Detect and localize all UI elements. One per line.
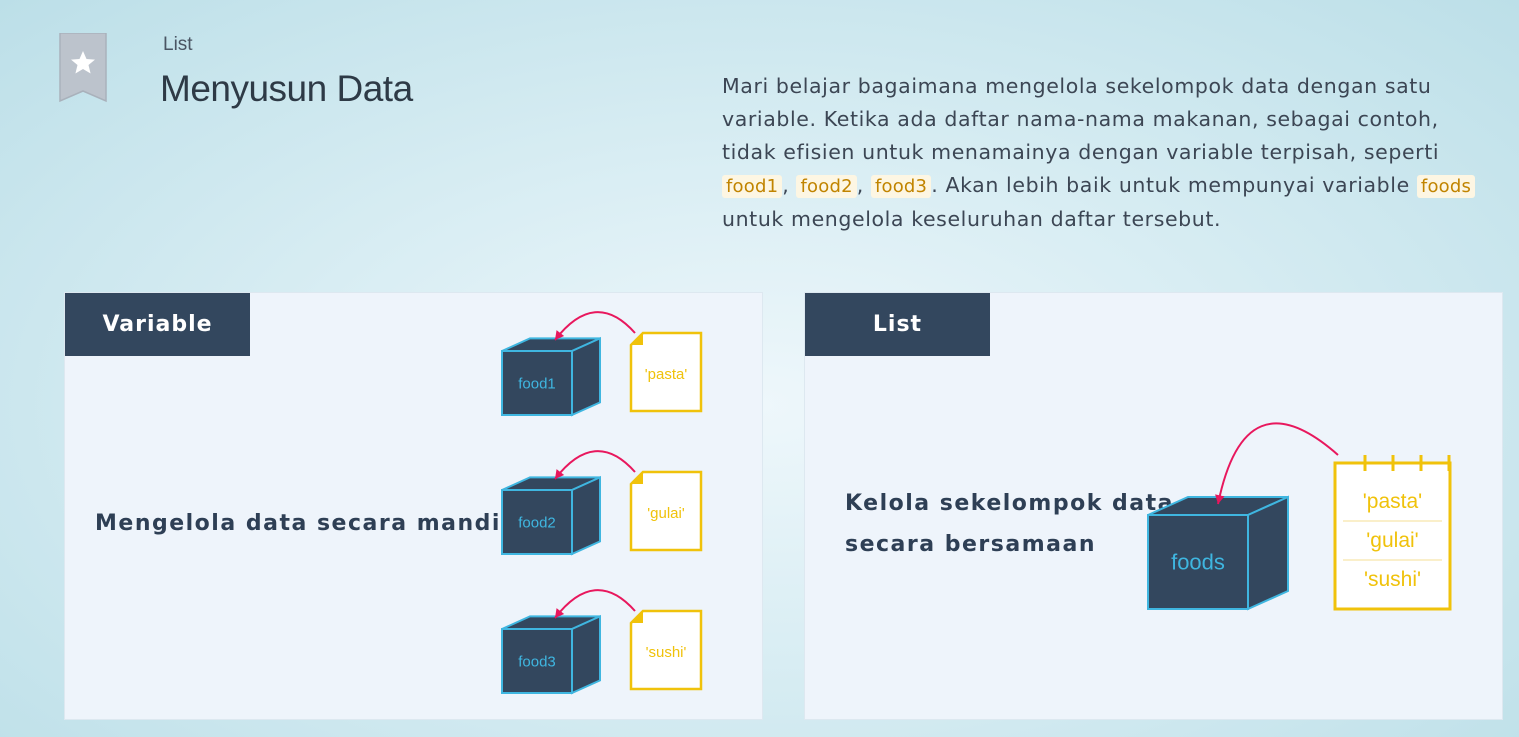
variable-panel: Variable Mengelola data secara mandiri f… bbox=[65, 293, 762, 719]
note-corner bbox=[631, 333, 643, 345]
list-value-label: 'pasta' bbox=[1363, 490, 1422, 513]
list-panel: List Kelola sekelompok data secara bersa… bbox=[805, 293, 1502, 719]
variable-illustration: food1 'pasta' food2 'gulai' food3 'sushi' bbox=[501, 311, 703, 695]
code-foods: foods bbox=[1416, 175, 1476, 198]
cube-side bbox=[571, 475, 601, 556]
list-value-label: 'gulai' bbox=[1366, 529, 1418, 552]
cube-side bbox=[571, 614, 601, 695]
description-text: untuk mengelola keseluruhan daftar terse… bbox=[722, 207, 1222, 231]
assign-arrow-icon bbox=[554, 589, 636, 619]
variable-box-cube: food3 bbox=[501, 614, 601, 695]
page-title: Menyusun Data bbox=[160, 68, 413, 109]
note-corner bbox=[631, 611, 643, 623]
value-label: 'gulai' bbox=[647, 505, 685, 522]
list-illustration: foods 'pasta' 'gulai' 'sushi' bbox=[1147, 422, 1452, 611]
lesson-kicker: List bbox=[163, 34, 193, 55]
box-label: food3 bbox=[518, 653, 556, 670]
bookmark-star-icon bbox=[59, 33, 107, 103]
box-label: foods bbox=[1171, 550, 1225, 575]
variable-box-cube: food1 bbox=[501, 336, 601, 417]
list-value-label: 'sushi' bbox=[1364, 568, 1421, 591]
box-label: food2 bbox=[518, 514, 556, 531]
description-text: . Akan lebih baik untuk mempunyai variab… bbox=[931, 173, 1417, 197]
code-food3: food3 bbox=[870, 175, 932, 198]
description-separator: , bbox=[782, 173, 797, 197]
assign-arrow-icon bbox=[554, 311, 636, 341]
code-food2: food2 bbox=[796, 175, 857, 198]
lesson-description: Mari belajar bagaimana mengelola sekelom… bbox=[722, 70, 1482, 236]
cube-side bbox=[571, 336, 601, 417]
list-note: 'pasta' 'gulai' 'sushi' bbox=[1333, 455, 1452, 611]
variable-box-cube: food2 bbox=[501, 475, 601, 556]
assign-arrow-icon bbox=[554, 450, 636, 480]
value-label: 'sushi' bbox=[646, 644, 687, 661]
cube-side bbox=[1247, 495, 1289, 611]
assign-arrow-icon bbox=[1217, 422, 1339, 505]
code-food1: food1 bbox=[722, 175, 783, 198]
description-text: Mari belajar bagaimana mengelola sekelom… bbox=[722, 74, 1440, 164]
value-label: 'pasta' bbox=[645, 366, 688, 383]
note-corner bbox=[631, 472, 643, 484]
variable-box-cube: foods bbox=[1147, 495, 1289, 611]
description-separator: , bbox=[856, 173, 871, 197]
box-label: food1 bbox=[518, 375, 556, 392]
